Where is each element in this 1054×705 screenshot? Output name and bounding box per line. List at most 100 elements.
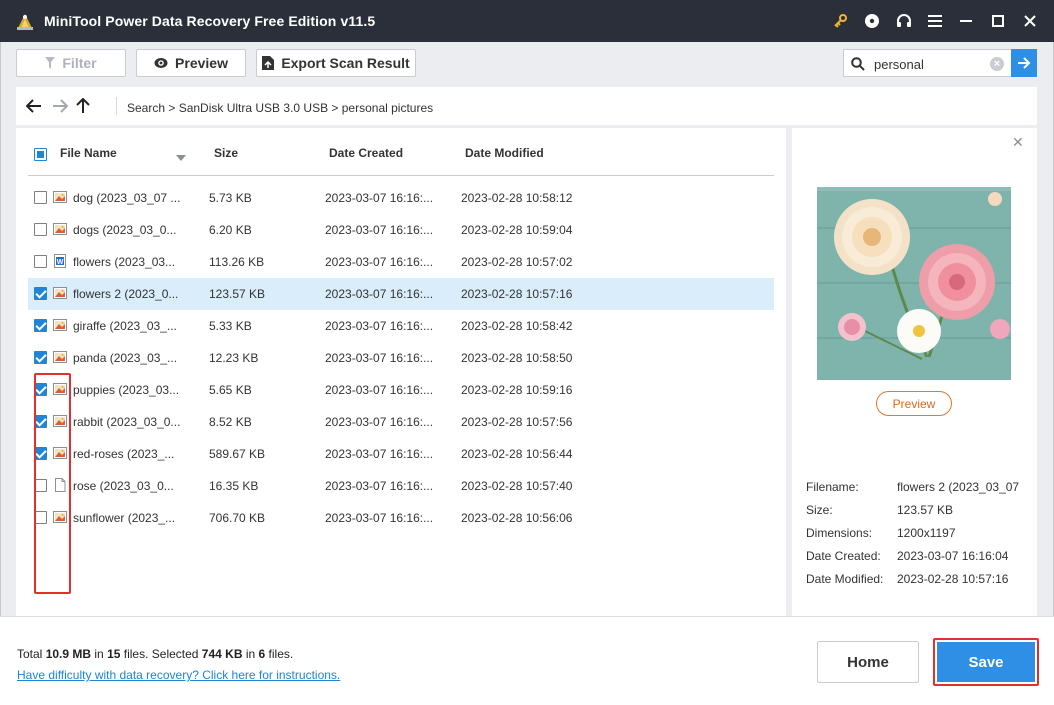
export-scan-result-button[interactable]: Export Scan Result <box>256 49 416 77</box>
file-size-cell: 706.70 KB <box>209 511 266 525</box>
file-name-cell: giraffe (2023_03_... <box>73 319 177 333</box>
key-icon[interactable] <box>829 10 851 32</box>
preview-toolbar-label: Preview <box>175 55 228 71</box>
headset-icon[interactable] <box>893 10 915 32</box>
breadcrumb[interactable]: Search > SanDisk Ultra USB 3.0 USB > per… <box>127 101 433 115</box>
table-row[interactable]: sunflower (2023_... 706.70 KB 2023-03-07 1… <box>28 502 774 534</box>
file-name-cell: red-roses (2023_... <box>73 447 175 461</box>
back-arrow-icon[interactable] <box>25 97 43 115</box>
window-title: MiniTool Power Data Recovery Free Editio… <box>44 13 376 29</box>
search-go-button[interactable] <box>1011 49 1037 77</box>
date-created-cell: 2023-03-07 16:16:... <box>325 415 434 429</box>
forward-arrow-icon[interactable] <box>51 97 69 115</box>
total-files: 15 <box>107 647 121 661</box>
file-size-cell: 589.67 KB <box>209 447 266 461</box>
table-row[interactable]: dogs (2023_03_0... 6.20 KB 2023-03-07 16:1… <box>28 214 774 246</box>
file-name-cell: dogs (2023_03_0... <box>73 223 177 237</box>
file-size-cell: 123.57 KB <box>209 287 266 301</box>
image-icon <box>53 222 67 236</box>
footer: Total 10.9 MB in 15 files. Selected 744 … <box>0 616 1054 705</box>
save-button[interactable]: Save <box>937 642 1035 682</box>
date-modified-cell: 2023-02-28 10:56:06 <box>461 511 573 525</box>
file-size-cell: 5.73 KB <box>209 191 252 205</box>
selected-size: 744 KB <box>201 647 243 661</box>
date-modified-cell: 2023-02-28 10:59:16 <box>461 383 573 397</box>
export-icon <box>262 56 275 70</box>
row-checkbox[interactable] <box>34 319 47 332</box>
table-row[interactable]: rose (2023_03_0... 16.35 KB 2023-03-07 16:… <box>28 470 774 502</box>
table-row[interactable]: dog (2023_03_07 ... 5.73 KB 2023-03-07 16:… <box>28 182 774 214</box>
total-size: 10.9 MB <box>45 647 92 661</box>
app-logo-icon <box>14 10 36 32</box>
menu-icon[interactable] <box>924 10 946 32</box>
table-row[interactable]: rabbit (2023_03_0... 8.52 KB 2023-03-07 16… <box>28 406 774 438</box>
table-row[interactable]: Wflowers (2023_03... 113.26 KB 2023-03-07 … <box>28 246 774 278</box>
file-size-cell: 12.23 KB <box>209 351 259 365</box>
row-checkbox[interactable] <box>34 191 47 204</box>
column-header-file-name[interactable]: File Name <box>60 146 117 160</box>
date-created-cell: 2023-03-07 16:16:... <box>325 287 434 301</box>
dimensions-label: Dimensions: <box>806 526 873 540</box>
table-row[interactable]: flowers 2 (2023_0... 123.57 KB 2023-03-07 … <box>28 278 774 310</box>
summary-text: Total <box>17 647 46 661</box>
export-label: Export Scan Result <box>281 55 410 71</box>
header-divider <box>28 175 774 176</box>
row-checkbox[interactable] <box>34 287 47 300</box>
up-arrow-icon[interactable] <box>74 97 92 115</box>
home-button[interactable]: Home <box>817 641 919 683</box>
file-name-cell: sunflower (2023_... <box>73 511 176 525</box>
search-input[interactable]: personal × <box>843 49 1011 77</box>
close-preview-icon[interactable]: ✕ <box>1012 134 1024 151</box>
column-header-size[interactable]: Size <box>214 146 238 160</box>
file-name-cell: flowers 2 (2023_0... <box>73 287 179 301</box>
filter-icon <box>45 57 56 69</box>
clear-search-icon[interactable]: × <box>990 57 1004 71</box>
date-created-cell: 2023-03-07 16:16:... <box>325 351 434 365</box>
maximize-icon[interactable] <box>987 10 1009 32</box>
file-size-cell: 5.33 KB <box>209 319 252 333</box>
date-created-cell: 2023-03-07 16:16:... <box>325 383 434 397</box>
filter-button[interactable]: Filter <box>16 49 126 77</box>
preview-toolbar-button[interactable]: Preview <box>136 49 246 77</box>
image-icon <box>53 350 67 364</box>
size-value: 123.57 KB <box>897 503 954 517</box>
word-doc-icon: W <box>53 254 67 268</box>
sort-chevron-down-icon[interactable] <box>176 150 186 164</box>
table-row[interactable]: puppies (2023_03... 5.65 KB 2023-03-07 16:… <box>28 374 774 406</box>
checked-items-highlight <box>34 373 71 594</box>
eye-icon <box>154 58 168 68</box>
date-modified-cell: 2023-02-28 10:57:02 <box>461 255 573 269</box>
summary-text: in <box>242 647 259 661</box>
selection-summary: Total 10.9 MB in 15 files. Selected 744 … <box>17 647 293 661</box>
select-all-checkbox[interactable] <box>34 148 47 161</box>
date-modified-cell: 2023-02-28 10:57:56 <box>461 415 573 429</box>
date-created-value: 2023-03-07 16:16:04 <box>897 549 1009 563</box>
close-icon[interactable] <box>1019 10 1041 32</box>
help-link[interactable]: Have difficulty with data recovery? Clic… <box>17 668 340 682</box>
table-row[interactable]: panda (2023_03_... 12.23 KB 2023-03-07 16:… <box>28 342 774 374</box>
image-icon <box>53 318 67 332</box>
row-checkbox[interactable] <box>34 351 47 364</box>
column-header-date-created[interactable]: Date Created <box>329 146 403 160</box>
file-size-cell: 8.52 KB <box>209 415 252 429</box>
filename-label: Filename: <box>806 480 859 494</box>
preview-button[interactable]: Preview <box>876 391 952 416</box>
preview-panel: ✕ Preview Filename: flowers 2 (2023_03_0… <box>792 128 1037 652</box>
arrow-right-icon <box>1018 57 1031 69</box>
column-header-date-modified[interactable]: Date Modified <box>465 146 544 160</box>
row-checkbox[interactable] <box>34 255 47 268</box>
date-modified-cell: 2023-02-28 10:58:50 <box>461 351 573 365</box>
date-created-cell: 2023-03-07 16:16:... <box>325 255 434 269</box>
table-row[interactable]: red-roses (2023_... 589.67 KB 2023-03-07 1… <box>28 438 774 470</box>
file-size-cell: 113.26 KB <box>209 255 265 269</box>
file-name-cell: panda (2023_03_... <box>73 351 178 365</box>
row-checkbox[interactable] <box>34 223 47 236</box>
minimize-icon[interactable] <box>955 10 977 32</box>
table-row[interactable]: giraffe (2023_03_... 5.33 KB 2023-03-07 16… <box>28 310 774 342</box>
title-bar: MiniTool Power Data Recovery Free Editio… <box>0 0 1054 42</box>
date-modified-value: 2023-02-28 10:57:16 <box>897 572 1009 586</box>
disc-icon[interactable] <box>861 10 883 32</box>
date-modified-cell: 2023-02-28 10:57:16 <box>461 287 573 301</box>
dimensions-value: 1200x1197 <box>897 526 956 540</box>
date-created-cell: 2023-03-07 16:16:... <box>325 447 434 461</box>
